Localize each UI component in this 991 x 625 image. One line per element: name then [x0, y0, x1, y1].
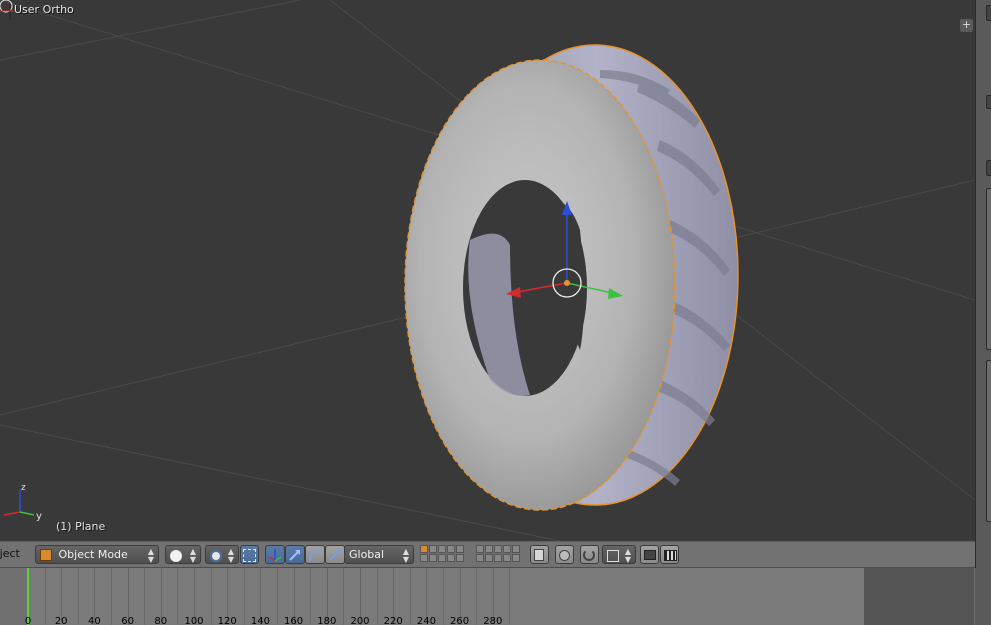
timeline-frame-label: 60 [121, 616, 134, 625]
render-icon [644, 550, 656, 560]
snap-element-dropdown[interactable]: ▲ ▼ [602, 545, 636, 564]
sidebar-panel [986, 188, 991, 350]
timeline-frame-label: 0 [24, 616, 32, 625]
timeline-grid-line [343, 568, 345, 625]
timeline-grid-line [77, 568, 79, 625]
axis-label-y: y [36, 511, 42, 522]
render-button[interactable] [640, 545, 659, 564]
object-icon [40, 549, 52, 561]
timeline-frame-label: 280 [483, 616, 503, 625]
timeline-grid-line [177, 568, 179, 625]
sidebar-tab[interactable] [986, 95, 991, 109]
timeline-grid-line [277, 568, 278, 625]
timeline-grid-line [443, 568, 444, 625]
timeline-out-of-range [864, 568, 974, 625]
timeline-frame-label: 200 [350, 616, 370, 625]
timeline-frame-label: 80 [154, 616, 168, 625]
3d-viewport[interactable]: y z User Ortho (1) Plane + [0, 0, 975, 541]
translate-manipulator-button[interactable] [285, 545, 305, 564]
pivot-icon [210, 550, 222, 562]
rotate-manipulator-button[interactable] [305, 545, 325, 564]
timeline-grid-line [376, 568, 378, 625]
timeline-grid-line [111, 568, 112, 625]
view-axis-indicator: y z [3, 483, 42, 522]
viewport-header: Object Object Mode ▲▼ ▲▼ ▲▼ Global ▲▼ [0, 541, 975, 568]
active-object-label: (1) Plane [56, 520, 106, 533]
dropdown-arrows-icon: ▲ ▼ [402, 547, 409, 564]
render-animation-button[interactable] [660, 545, 679, 564]
render-animation-icon [664, 549, 677, 561]
timeline-grid-line [509, 568, 511, 625]
scale-manipulator-button[interactable] [325, 545, 345, 564]
mode-dropdown[interactable]: Object Mode ▲ ▼ [35, 545, 159, 564]
lock-layers-button[interactable] [530, 545, 549, 564]
dropdown-arrows-icon: ▲ ▼ [147, 547, 154, 564]
sidebar-tab[interactable] [986, 5, 991, 21]
timeline-frame-label: 240 [416, 616, 436, 625]
3d-cursor[interactable] [0, 0, 14, 20]
timeline-frame-label: 100 [184, 616, 204, 625]
toggle-toolshelf-button[interactable]: + [960, 19, 973, 32]
timeline-frame-label: 220 [383, 616, 403, 625]
timeline-grid-line [243, 568, 245, 625]
timeline-grid-line [210, 568, 212, 625]
manipulator-toggle-button[interactable] [265, 545, 285, 564]
dropdown-arrows-icon: ▲ ▼ [189, 547, 196, 564]
properties-sidebar[interactable] [975, 0, 991, 568]
timeline-grid-line [476, 568, 478, 625]
proportional-edit-icon [559, 549, 570, 561]
manipulate-center-points-button[interactable] [240, 545, 259, 564]
timeline-grid-line [310, 568, 312, 625]
timeline-frame-label: 160 [284, 616, 304, 625]
timeline-frame-label: 140 [250, 616, 270, 625]
tire-object[interactable] [404, 44, 739, 511]
dropdown-arrows-icon: ▲ ▼ [624, 547, 631, 564]
viewport-shading-icon [170, 550, 182, 562]
timeline-frame-label: 260 [450, 616, 470, 625]
viewport-scene[interactable]: y z [0, 0, 975, 541]
axis-label-z: z [21, 483, 26, 493]
scene-layers-grid[interactable] [420, 545, 464, 562]
viewport-shading-dropdown[interactable]: ▲ ▼ [165, 545, 201, 564]
timeline[interactable]: 0 20 40 60 80 100 120 140 160 180 200 220 240 260 280 [0, 568, 991, 625]
snap-element-icon [607, 550, 619, 562]
transform-orientation-dropdown[interactable]: Global ▲ ▼ [344, 545, 414, 564]
scale-icon [329, 549, 341, 561]
scene-layers-grid[interactable] [476, 545, 520, 562]
rotate-icon [309, 549, 322, 562]
timeline-scrollbar[interactable] [975, 568, 991, 625]
snap-icon [583, 549, 595, 561]
timeline-frame-label: 180 [317, 616, 337, 625]
dropdown-arrows-icon: ▲ ▼ [227, 547, 234, 564]
proportional-edit-button[interactable] [555, 545, 574, 564]
transform-orientation-label: Global [349, 548, 385, 561]
timeline-frame-label: 120 [217, 616, 237, 625]
timeline-frame-label: 40 [88, 616, 101, 625]
pivot-point-dropdown[interactable]: ▲ ▼ [205, 545, 239, 564]
scene-layers-group-1[interactable] [420, 545, 464, 564]
snap-toggle-button[interactable] [580, 545, 599, 564]
scene-layers-group-2[interactable] [476, 545, 520, 564]
sidebar-tab[interactable] [986, 160, 991, 176]
timeline-grid-line [409, 568, 411, 625]
translate-icon [268, 549, 282, 562]
lock-icon [534, 549, 544, 561]
timeline-frame-label: 20 [54, 616, 68, 625]
timeline-frame-range [28, 568, 864, 625]
object-menu[interactable]: Object [0, 545, 28, 564]
manipulator-icon [243, 548, 256, 562]
translate-arrow-icon [289, 550, 300, 561]
view-name-label: User Ortho [14, 3, 74, 16]
sidebar-panel [986, 360, 991, 522]
timeline-grid-line [144, 568, 146, 625]
mode-dropdown-label: Object Mode [58, 548, 128, 561]
timeline-grid-line [44, 568, 46, 625]
